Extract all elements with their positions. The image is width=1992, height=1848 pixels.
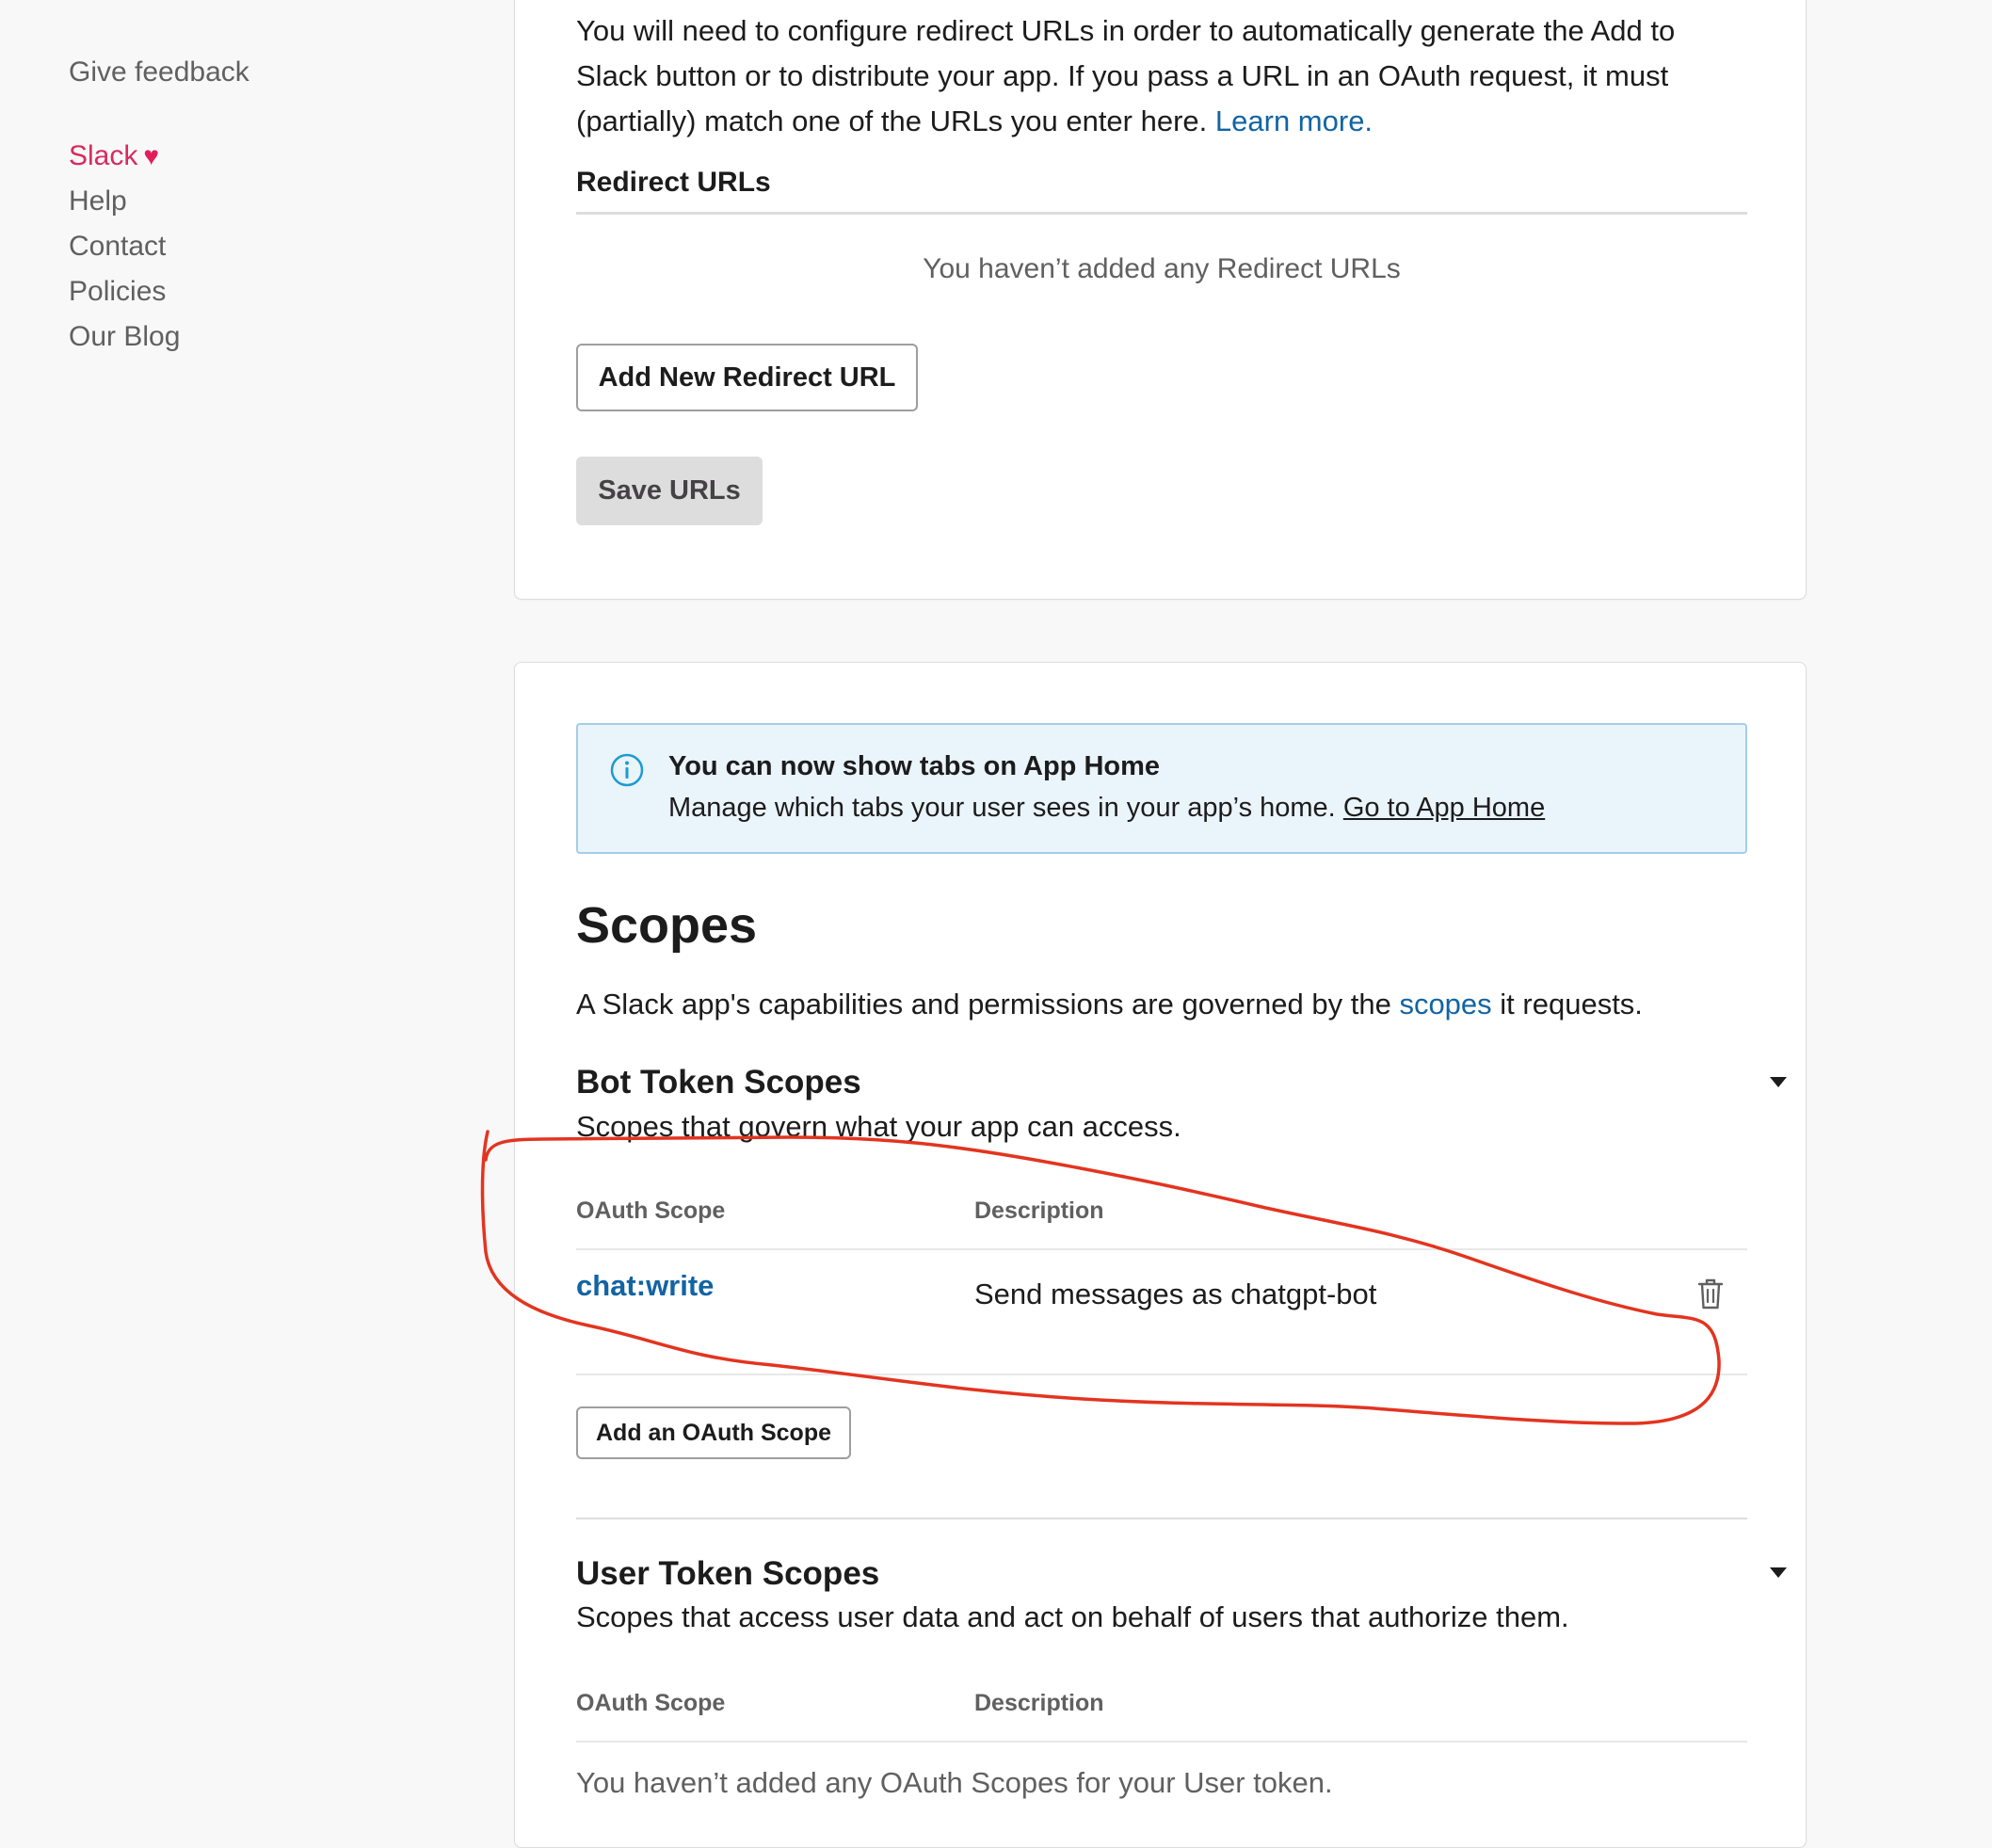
info-icon	[610, 753, 644, 787]
redirect-intro-line: (partially) match one of the URLs you en…	[576, 104, 1208, 137]
bot-token-scopes-subtitle: Scopes that govern what your app can acc…	[576, 1110, 1181, 1143]
sidebar-link-contact[interactable]: Contact	[69, 224, 426, 269]
redirect-urls-heading: Redirect URLs	[576, 167, 1747, 215]
redirect-urls-card: You will need to configure redirect URLs…	[514, 0, 1807, 600]
user-scopes-collapse-caret-icon[interactable]	[1770, 1567, 1787, 1578]
bot-token-scopes-title: Bot Token Scopes	[576, 1064, 861, 1101]
app-home-tabs-banner: You can now show tabs on App Home Manage…	[576, 723, 1747, 854]
sidebar-link-help[interactable]: Help	[69, 179, 426, 224]
table-divider	[576, 1374, 1747, 1375]
banner-title: You can now show tabs on App Home	[668, 751, 1161, 781]
redirect-intro: You will need to configure redirect URLs…	[576, 8, 1747, 144]
scope-name-chat-write[interactable]: chat:write	[576, 1269, 714, 1303]
section-divider	[576, 1518, 1747, 1519]
save-urls-button[interactable]: Save URLs	[576, 457, 763, 525]
scopes-card: You can now show tabs on App Home Manage…	[514, 662, 1807, 1848]
table-divider	[576, 1741, 1747, 1743]
scope-description: Send messages as chatgpt-bot	[974, 1278, 1377, 1310]
scopes-description-text: A Slack app's capabilities and permissio…	[576, 988, 1391, 1020]
column-header-description: Description	[974, 1690, 1104, 1716]
bot-scopes-collapse-caret-icon[interactable]	[1770, 1077, 1787, 1087]
sidebar-link-slack[interactable]: Slack ♥	[69, 134, 426, 179]
sidebar-link-label: Slack	[69, 140, 138, 171]
trash-icon[interactable]	[1696, 1277, 1725, 1310]
redirect-intro-line: You will need to configure redirect URLs…	[576, 14, 1676, 47]
redirect-intro-line: Slack button or to distribute your app. …	[576, 59, 1669, 92]
add-oauth-scope-button[interactable]: Add an OAuth Scope	[576, 1406, 851, 1459]
sidebar-link-blog[interactable]: Our Blog	[69, 314, 426, 360]
add-redirect-url-button[interactable]: Add New Redirect URL	[576, 344, 918, 411]
scopes-link[interactable]: scopes	[1399, 988, 1491, 1020]
column-header-description: Description	[974, 1197, 1104, 1224]
user-token-scopes-subtitle: Scopes that access user data and act on …	[576, 1600, 1569, 1633]
learn-more-link[interactable]: Learn more.	[1215, 104, 1373, 137]
user-token-scopes-title: User Token Scopes	[576, 1555, 880, 1592]
sidebar: Give feedback Slack ♥ Help Contact Polici…	[69, 56, 426, 360]
sidebar-link-policies[interactable]: Policies	[69, 269, 426, 314]
heart-icon: ♥	[143, 141, 159, 170]
go-to-app-home-link[interactable]: Go to App Home	[1343, 793, 1545, 823]
banner-body: Manage which tabs your user sees in your…	[668, 793, 1545, 824]
redirect-urls-empty-state: You haven’t added any Redirect URLs	[923, 253, 1401, 284]
scopes-description-text: it requests.	[1500, 988, 1643, 1020]
table-divider	[576, 1248, 1747, 1250]
scopes-heading: Scopes	[576, 897, 758, 954]
give-feedback-link[interactable]: Give feedback	[69, 56, 426, 88]
banner-body-text: Manage which tabs your user sees in your…	[668, 793, 1336, 823]
scopes-description: A Slack app's capabilities and permissio…	[576, 988, 1747, 1021]
sidebar-links: Slack ♥ Help Contact Policies Our Blog	[69, 134, 426, 360]
user-scopes-empty-state: You haven’t added any OAuth Scopes for y…	[576, 1766, 1333, 1799]
